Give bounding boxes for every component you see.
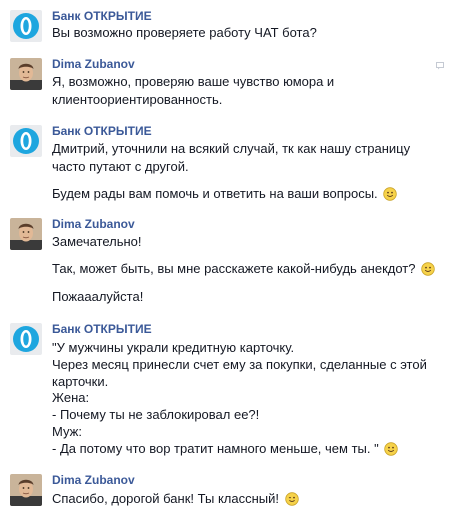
message-author[interactable]: Банк ОТКРЫТИЕ — [52, 322, 152, 336]
user-photo-icon — [10, 58, 42, 90]
user-photo-icon — [10, 474, 42, 506]
message-text: Спасибо, дорогой банк! Ты классный! — [52, 491, 299, 507]
message-text: клиентоориентированность. — [52, 92, 223, 107]
message-text: часто путают с другой. — [52, 159, 189, 174]
message-text: Будем рады вам помочь и ответить на ваши… — [52, 186, 398, 202]
message-text: "У мужчины украли кредитную карточку. — [52, 340, 295, 355]
smile-emoticon-icon — [384, 442, 399, 456]
user-avatar[interactable] — [10, 58, 42, 90]
message-author[interactable]: Dima Zubanov — [52, 57, 135, 71]
bank-logo-icon — [10, 323, 42, 355]
message-author[interactable]: Dima Zubanov — [52, 217, 135, 231]
message-text: - Почему ты не заблокировал ее?! — [52, 407, 260, 422]
chat-thread: Банк ОТКРЫТИЕ Вы возможно проверяете раб… — [0, 0, 454, 517]
message-corner-icon[interactable] — [436, 62, 444, 70]
message-author[interactable]: Dima Zubanov — [52, 473, 135, 487]
message-author[interactable]: Банк ОТКРЫТИЕ — [52, 9, 152, 23]
bank-logo-icon — [10, 125, 42, 157]
message-author[interactable]: Банк ОТКРЫТИЕ — [52, 124, 152, 138]
bank-avatar[interactable] — [10, 125, 42, 157]
message-text: Жена: — [52, 390, 90, 405]
message-text-content: Так, может быть, вы мне расскажете какой… — [52, 261, 416, 276]
bank-logo-icon — [10, 10, 42, 42]
message-text: Пожааалуйста! — [52, 289, 144, 304]
smile-emoticon-icon — [421, 262, 435, 276]
message-text: Дмитрий, уточнили на всякий случай, тк к… — [52, 141, 411, 156]
message-text-content: Спасибо, дорогой банк! Ты классный! — [52, 491, 279, 506]
message-text-content: Будем рады вам помочь и ответить на ваши… — [52, 186, 378, 201]
wink-emoticon-icon — [284, 492, 299, 506]
user-avatar[interactable] — [10, 474, 42, 506]
message-text-content: - Да потому что вор тратит намного меньш… — [52, 441, 379, 456]
user-photo-icon — [10, 218, 42, 250]
smile-emoticon-icon — [383, 187, 398, 201]
message-text: Вы возможно проверяете работу ЧАТ бота? — [52, 25, 317, 40]
bank-avatar[interactable] — [10, 10, 42, 42]
message-text: Так, может быть, вы мне расскажете какой… — [52, 261, 435, 277]
bank-avatar[interactable] — [10, 323, 42, 355]
message-text: - Да потому что вор тратит намного меньш… — [52, 441, 399, 457]
message-text: Я, возможно, проверяю ваше чувство юмора… — [52, 74, 335, 89]
message-text: карточки. — [52, 374, 109, 389]
message-text: Замечательно! — [52, 234, 142, 249]
message-text: Через месяц принесли счет ему за покупки… — [52, 357, 427, 372]
message-text: Муж: — [52, 424, 82, 439]
user-avatar[interactable] — [10, 218, 42, 250]
